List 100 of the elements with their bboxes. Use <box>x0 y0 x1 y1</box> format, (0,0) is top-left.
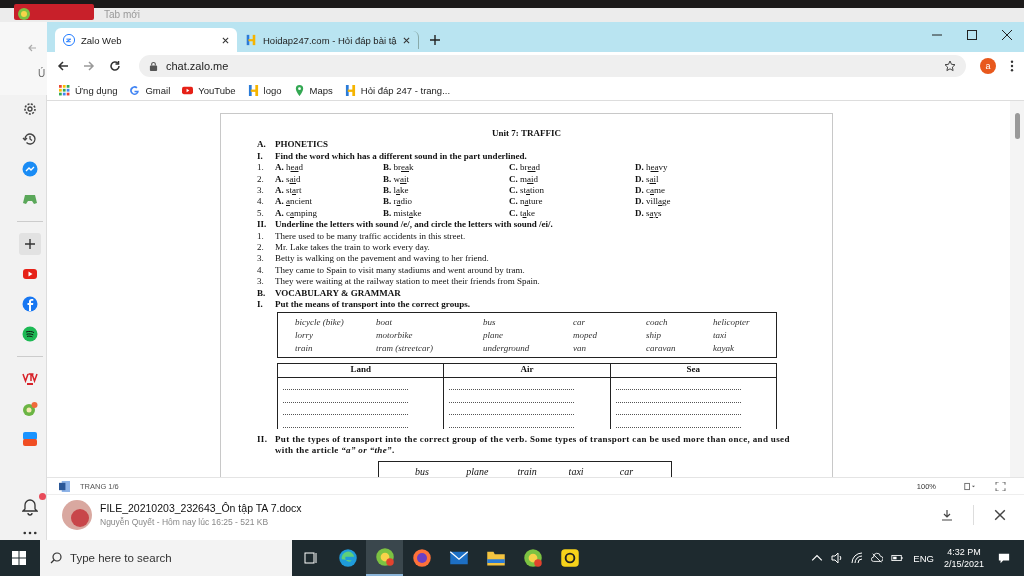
battery-icon[interactable] <box>891 552 904 564</box>
bookmark[interactable]: logo <box>247 84 282 96</box>
settings-icon[interactable] <box>22 101 38 117</box>
file-name[interactable]: FILE_20210203_232643_Ôn tập TA 7.docx <box>100 502 302 514</box>
reload-icon[interactable] <box>109 60 121 72</box>
close-icon[interactable] <box>1002 30 1012 40</box>
maximize-icon[interactable] <box>967 30 977 40</box>
messenger-icon[interactable] <box>22 161 38 177</box>
plus-icon <box>429 34 441 46</box>
answer-option: D. village <box>635 196 671 208</box>
answer-option: D. came <box>635 185 665 197</box>
answer-option: C. bread <box>509 162 635 174</box>
back-icon <box>27 43 37 53</box>
speaker-icon[interactable] <box>831 552 844 564</box>
word: taxi <box>568 466 585 477</box>
answer-option: A. said <box>275 173 383 186</box>
question-number: 2. <box>257 173 265 186</box>
sentence-text: There used to be many traffic accidents in this street. <box>275 230 467 243</box>
search-field[interactable]: Type here to search <box>40 540 292 576</box>
windows-start-icon[interactable] <box>12 551 26 565</box>
browser-tab[interactable]: Zalo Web <box>55 28 237 52</box>
word: moped <box>573 328 598 342</box>
apps-grid-icon <box>59 84 70 96</box>
notification-icon[interactable] <box>998 552 1010 564</box>
address-bar[interactable]: chat.zalo.me <box>139 55 966 77</box>
chat-logo-icon <box>63 34 75 46</box>
app-icon <box>559 548 580 568</box>
column-header: Sea <box>610 363 776 378</box>
bookmark[interactable]: Maps <box>293 84 333 96</box>
facebook-icon[interactable] <box>22 296 38 312</box>
fullscreen-icon[interactable] <box>995 481 1006 491</box>
language-indicator[interactable]: ENG <box>913 552 934 564</box>
h-logo-icon <box>344 84 356 96</box>
bookmark-label: Ú <box>38 68 46 79</box>
word: train <box>295 341 314 355</box>
cloud-icon[interactable] <box>871 552 884 564</box>
shop-app-icon[interactable] <box>22 431 38 447</box>
exercise-instruction: Put the means of transport into the correct groups. <box>275 299 471 311</box>
answer-option: B. mistake <box>383 207 509 220</box>
word: bus <box>415 466 430 477</box>
exercise-instruction: Find the word which has a different sound in the part underlined. <box>275 150 528 163</box>
browser-icon <box>374 547 395 567</box>
browser-icon <box>337 548 358 568</box>
question-number: 3. <box>257 185 265 197</box>
question-number: 1. <box>257 162 265 174</box>
browser-icon <box>522 548 543 568</box>
bookmark[interactable]: YouTube <box>182 84 236 96</box>
section-heading: PHONETICS <box>275 139 329 151</box>
word: motorbike <box>376 328 414 342</box>
browser-tab[interactable]: Hoidap247.com - Hỏi đáp bài tậ <box>237 31 419 49</box>
word: plane <box>483 328 504 342</box>
menu-icon[interactable] <box>1010 60 1014 72</box>
profile-avatar[interactable]: a <box>980 58 996 74</box>
sentence-text: They came to Spain to visit many stadiums and went around by tram. <box>275 264 526 277</box>
bookmark[interactable]: Ứng dụng <box>59 84 118 96</box>
bookmark[interactable]: Gmail <box>129 84 171 96</box>
clock[interactable]: 4:32 PM 2/15/2021 <box>943 546 984 570</box>
forward-icon[interactable] <box>83 60 95 72</box>
answer-option: A. head <box>275 162 383 174</box>
word: kayak <box>713 341 735 355</box>
view-options-icon[interactable] <box>964 481 975 491</box>
browser-icon <box>411 548 432 568</box>
more-icon[interactable] <box>23 530 37 534</box>
h-logo-icon <box>245 34 257 46</box>
download-icon[interactable] <box>941 508 953 521</box>
close-tab-icon[interactable] <box>222 36 229 44</box>
file-meta: Nguyễn Quyết - Hôm nay lúc 16:25 - 521 KB <box>100 517 270 527</box>
history-icon[interactable] <box>22 131 38 147</box>
close-tab-icon[interactable] <box>403 36 410 44</box>
document-title: Unit 7: TRAFFIC <box>491 128 562 140</box>
answer-option: A. start <box>275 185 383 197</box>
answer-option: C. maid <box>509 173 635 186</box>
scrollbar-thumb[interactable] <box>1015 113 1020 139</box>
answer-option: C. nature <box>509 196 635 208</box>
add-button[interactable] <box>19 233 41 255</box>
sentence-number: 2. <box>257 242 265 254</box>
tv-app-icon[interactable] <box>22 371 38 387</box>
notification-bell-icon[interactable] <box>22 498 38 516</box>
answer-option: C. take <box>509 207 635 220</box>
answer-option: C. station <box>509 185 635 197</box>
spotify-icon[interactable] <box>22 326 38 342</box>
sentence-number: 3. <box>257 276 265 288</box>
h-logo-icon <box>247 84 259 96</box>
back-icon[interactable] <box>57 60 69 72</box>
chat-app-icon[interactable] <box>22 401 38 417</box>
word: bus <box>483 315 497 329</box>
youtube-icon[interactable] <box>22 266 38 282</box>
close-icon[interactable] <box>994 508 1006 521</box>
bookmark[interactable]: Hỏi đáp 247 - trang... <box>344 84 451 96</box>
answer-option: D. says <box>635 207 662 220</box>
map-pin-icon <box>293 84 305 96</box>
sentence-text: Betty is walking on the pavement and waving to her friend. <box>275 253 490 265</box>
answer-option: B. lake <box>383 185 509 197</box>
wifi-icon[interactable] <box>851 552 864 564</box>
avatar <box>62 499 92 530</box>
word: bicycle (bike) <box>295 315 345 329</box>
answer-option: D. sail <box>635 173 659 186</box>
chevron-up-icon[interactable] <box>811 552 824 564</box>
taskbar-app[interactable] <box>366 540 403 576</box>
sentence-number: 3. <box>257 253 265 265</box>
